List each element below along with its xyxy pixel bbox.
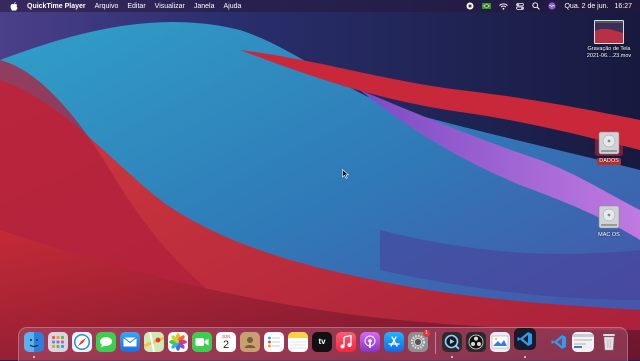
control-center-icon[interactable]	[516, 3, 524, 10]
reminders-list-icon	[267, 335, 281, 349]
running-indicator	[33, 356, 35, 358]
dock-separator	[435, 332, 436, 354]
dock-vscode[interactable]	[514, 328, 536, 350]
dock-calendar[interactable]: JUN 2	[216, 332, 236, 352]
obs-icon	[468, 334, 484, 350]
menu-arquivo[interactable]: Arquivo	[95, 3, 119, 10]
dock-maps[interactable]	[144, 332, 164, 352]
dock-facetime[interactable]	[192, 332, 212, 352]
mouse-pointer-icon	[342, 169, 349, 179]
hard-drive-icon	[595, 204, 623, 230]
contacts-person-icon	[243, 335, 257, 349]
video-thumbnail-icon	[594, 20, 624, 44]
running-indicator	[451, 356, 453, 358]
menu-visualizar[interactable]: Visualizar	[155, 3, 185, 10]
messages-bubble-icon	[99, 336, 113, 348]
clock-date[interactable]: Qua. 2 de jun.	[564, 3, 608, 10]
menu-bar: QuickTime Player Arquivo Editar Visualiz…	[0, 0, 640, 12]
music-note-icon	[340, 335, 352, 349]
desktop-wallpaper	[0, 0, 640, 360]
notification-badge: 1	[423, 330, 430, 337]
dock-app-store[interactable]	[384, 332, 404, 352]
menu-editar[interactable]: Editar	[127, 3, 145, 10]
dock-safari[interactable]	[72, 332, 92, 352]
photos-flower-icon	[169, 333, 187, 351]
dock-podcasts[interactable]	[360, 332, 380, 352]
dock-minimized-window[interactable]	[572, 332, 594, 352]
dock-launchpad[interactable]	[48, 332, 68, 352]
safari-compass-icon	[73, 333, 91, 351]
vscode-icon	[517, 331, 533, 347]
dock-contacts[interactable]	[240, 332, 260, 352]
brazil-flag-icon[interactable]	[482, 3, 491, 9]
desktop-drive-dados[interactable]: DADOS	[574, 130, 640, 165]
apple-tv-label: tv	[318, 338, 325, 346]
dock-messages[interactable]	[96, 332, 116, 352]
dock-system-preferences[interactable]: 1	[408, 332, 428, 352]
preview-photos-icon	[491, 334, 509, 350]
dock-obs-studio[interactable]	[466, 332, 486, 352]
dock-vscode-window[interactable]	[549, 332, 569, 352]
dock-music[interactable]	[336, 332, 356, 352]
quicktime-icon	[444, 334, 460, 350]
wifi-icon[interactable]	[499, 3, 508, 10]
running-indicator	[524, 356, 526, 358]
vscode-window-icon	[551, 334, 567, 350]
notes-icon	[288, 332, 308, 352]
dock-preview[interactable]	[490, 332, 510, 352]
window-thumbnail-icon	[572, 334, 594, 350]
apple-menu-icon[interactable]	[9, 1, 19, 11]
menu-ajuda[interactable]: Ajuda	[224, 3, 242, 10]
mail-envelope-icon	[123, 337, 137, 347]
desktop-drive-mac-os[interactable]: MAC OS	[574, 204, 640, 239]
trash-icon	[602, 333, 616, 351]
drive-label-dados: DADOS	[597, 158, 621, 165]
drive-label-mac-os: MAC OS	[598, 232, 620, 239]
dock-trash[interactable]	[599, 332, 619, 352]
dock-photos[interactable]	[168, 332, 188, 352]
hard-drive-icon	[595, 130, 623, 156]
launchpad-icon	[50, 334, 66, 350]
dock-mail[interactable]	[120, 332, 140, 352]
app-name-menu[interactable]: QuickTime Player	[27, 3, 86, 10]
menu-janela[interactable]: Janela	[194, 3, 215, 10]
status-area: Qua. 2 de jun. 16:27	[458, 0, 632, 12]
file-name-line2: 2021-06....23.mov	[587, 53, 631, 60]
podcasts-icon	[363, 335, 377, 349]
dock: JUN 2 tv 1	[18, 327, 628, 361]
maps-icon	[144, 332, 164, 352]
siri-icon[interactable]	[548, 2, 556, 10]
dock-notes[interactable]	[288, 332, 308, 352]
dock-apple-tv[interactable]: tv	[312, 332, 332, 352]
file-name-line1: Gravação de Tela	[587, 46, 630, 53]
dock-quicktime-player[interactable]	[442, 332, 462, 352]
spotlight-search-icon[interactable]	[532, 2, 540, 10]
app-store-icon	[387, 335, 401, 349]
clock-time[interactable]: 16:27	[614, 3, 632, 10]
desktop-file-screen-recording[interactable]: Gravação de Tela 2021-06....23.mov	[574, 20, 640, 60]
calendar-day: 2	[223, 340, 229, 351]
finder-icon	[26, 334, 42, 350]
dock-reminders[interactable]	[264, 332, 284, 352]
screen-record-stop-icon[interactable]	[466, 2, 474, 10]
dock-finder[interactable]	[24, 332, 44, 352]
facetime-camera-icon	[195, 337, 209, 347]
